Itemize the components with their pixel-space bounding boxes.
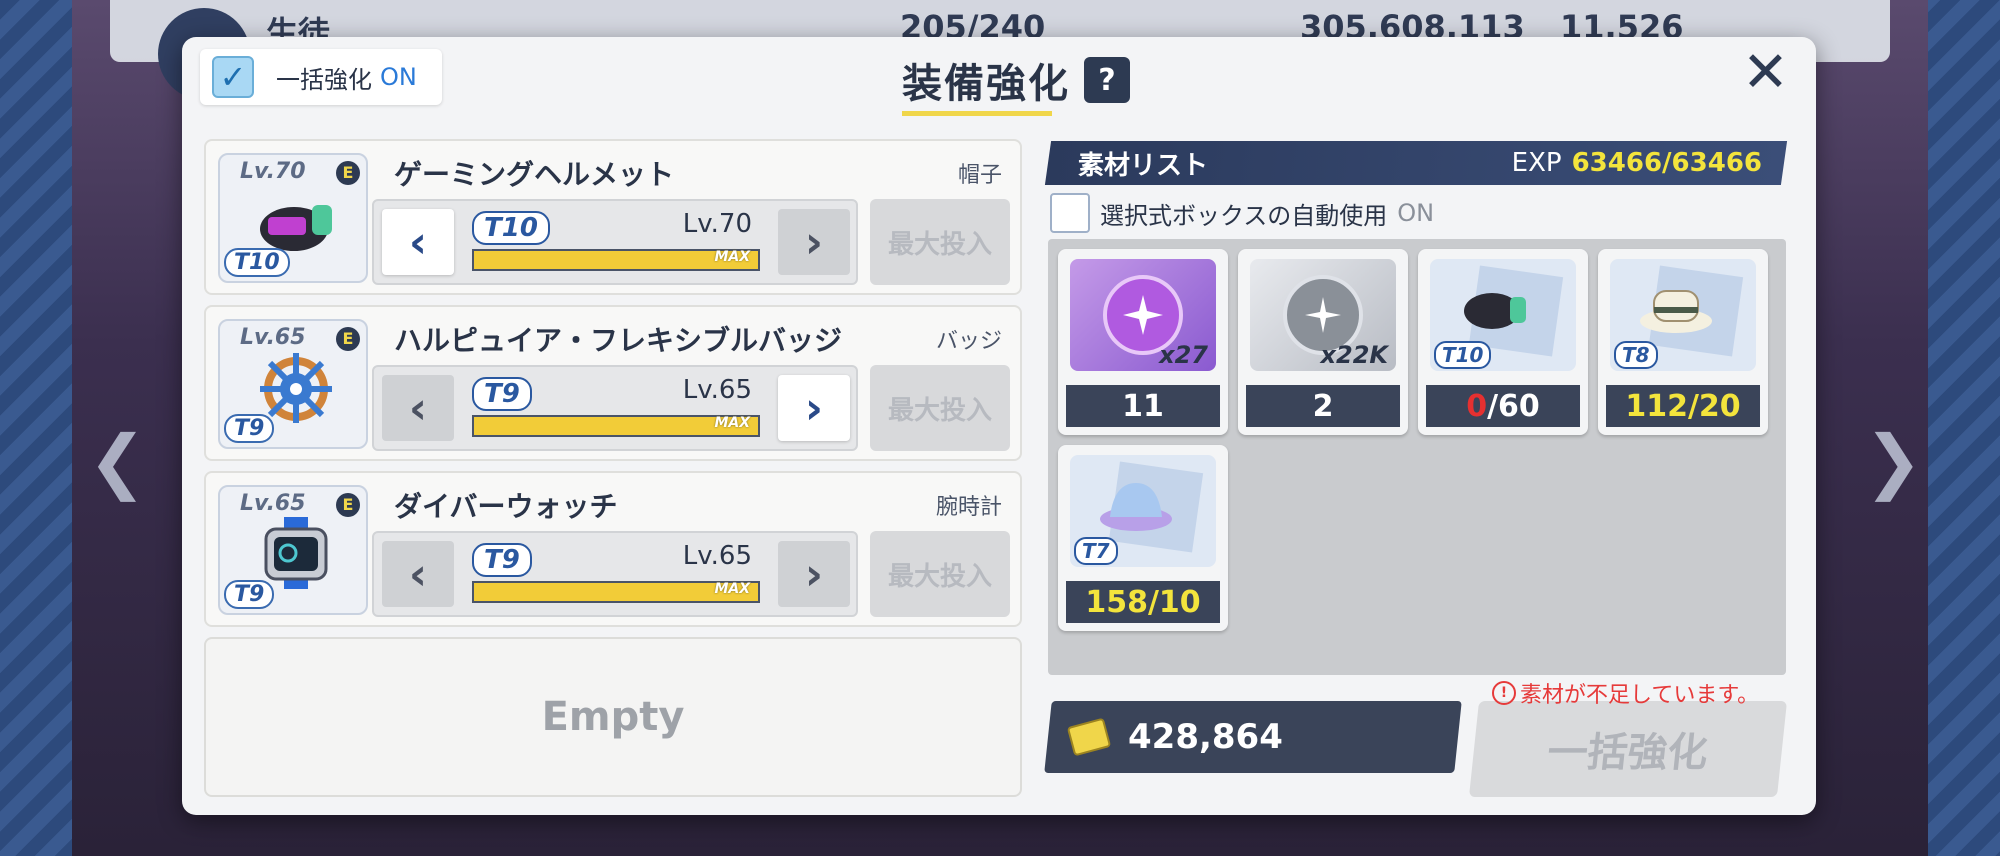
equipment-row-badge: Lv.65 E T9 ハルピュイア・フレキシブルバッジ バッジ ‹ T9 Lv.… bbox=[204, 305, 1022, 461]
level-progress-bar: MAX bbox=[472, 581, 760, 603]
target-level: Lv.65 bbox=[682, 375, 752, 405]
credit-icon bbox=[1066, 717, 1112, 757]
material-tier: T7 bbox=[1074, 537, 1118, 565]
equipment-name: ハルピュイア・フレキシブルバッジ bbox=[394, 324, 843, 357]
item-tier-badge: T9 bbox=[224, 414, 275, 443]
material-card[interactable]: x27 11 bbox=[1058, 249, 1228, 435]
increase-tier-button[interactable]: › bbox=[778, 209, 850, 275]
material-use-count: 0/60 bbox=[1426, 385, 1580, 427]
owned-count: 0 bbox=[1466, 388, 1488, 424]
equipment-row-watch: Lv.65 E T9 ダイバーウォッチ 腕時計 ‹ T9 Lv.65 MAX ›… bbox=[204, 471, 1022, 627]
exp-value: 63466/63466 bbox=[1571, 148, 1762, 178]
auto-box-state: ON bbox=[1397, 199, 1435, 227]
target-tier: T9 bbox=[472, 543, 532, 577]
auto-box-checkbox[interactable] bbox=[1050, 193, 1090, 233]
level-progress-bar: MAX bbox=[472, 249, 760, 271]
helmet-art bbox=[260, 205, 332, 251]
prev-character-icon[interactable]: ❮ bbox=[88, 420, 147, 502]
equipment-name: ダイバーウォッチ bbox=[394, 490, 618, 523]
help-icon[interactable]: ? bbox=[1084, 57, 1130, 103]
material-shortage-warning: ! 素材が不足しています。 bbox=[1492, 677, 1759, 709]
item-level-badge: Lv.65 bbox=[240, 325, 306, 350]
flexible-badge-icon: Lv.65 E T9 bbox=[218, 319, 368, 449]
max-invest-button[interactable]: 最大投入 bbox=[870, 531, 1010, 617]
material-use-count: 11 bbox=[1066, 385, 1220, 427]
cost-display: 428,864 bbox=[1060, 701, 1283, 773]
bulk-upgrade-button[interactable]: 一括強化 bbox=[1468, 701, 1788, 797]
title-underline bbox=[902, 111, 1052, 116]
bulk-upgrade-label: 一括強化 bbox=[276, 65, 372, 94]
gaming-helmet-icon: Lv.70 E T10 bbox=[218, 153, 368, 283]
level-selector: ‹ T10 Lv.70 MAX › bbox=[372, 199, 858, 285]
material-grid: x27 11 x22K 2 T10 0/60 T8 112/20 T7 158/… bbox=[1048, 239, 1786, 675]
rank-badge: E bbox=[336, 493, 360, 517]
increase-tier-button[interactable]: › bbox=[778, 375, 850, 441]
level-selector: ‹ T9 Lv.65 MAX › bbox=[372, 365, 858, 451]
material-tier: T10 bbox=[1434, 341, 1492, 369]
max-invest-button[interactable]: 最大投入 bbox=[870, 365, 1010, 451]
cost-value: 428,864 bbox=[1128, 717, 1283, 757]
increase-tier-button[interactable]: › bbox=[778, 541, 850, 607]
target-tier: T9 bbox=[472, 377, 532, 411]
material-card[interactable]: T8 112/20 bbox=[1598, 249, 1768, 435]
warning-icon: ! bbox=[1492, 681, 1516, 705]
bulk-upgrade-state: ON bbox=[380, 63, 417, 91]
material-list-header: 素材リスト EXP 63466/63466 bbox=[1048, 141, 1784, 185]
max-label: MAX bbox=[714, 581, 750, 597]
rank-badge: E bbox=[336, 327, 360, 351]
level-selector: ‹ T9 Lv.65 MAX › bbox=[372, 531, 858, 617]
equipment-row-hat: Lv.70 E T10 ゲーミングヘルメット 帽子 ‹ T10 Lv.70 MA… bbox=[204, 139, 1022, 295]
auto-box-toggle[interactable]: 選択式ボックスの自動使用 ON bbox=[1050, 193, 1434, 233]
rank-badge: E bbox=[336, 161, 360, 185]
diver-watch-icon: Lv.65 E T9 bbox=[218, 485, 368, 615]
material-use-count: 158/10 bbox=[1066, 581, 1220, 623]
target-tier: T10 bbox=[472, 211, 550, 245]
item-level-badge: Lv.70 bbox=[240, 159, 306, 184]
empty-equipment-slot: Empty bbox=[204, 637, 1022, 797]
equipment-upgrade-modal: ✓ 一括強化 ON 装備強化 ? ✕ Lv.70 E T10 ゲーミングヘルメッ… bbox=[182, 37, 1816, 815]
material-card[interactable]: T10 0/60 bbox=[1418, 249, 1588, 435]
auto-box-label: 選択式ボックスの自動使用 bbox=[1100, 201, 1388, 230]
item-tier-badge: T9 bbox=[224, 580, 275, 609]
max-label: MAX bbox=[714, 415, 750, 431]
exp-label: EXP bbox=[1511, 148, 1562, 178]
equipment-slot: 帽子 bbox=[957, 163, 1002, 188]
material-tier: T8 bbox=[1614, 341, 1658, 369]
target-level: Lv.70 bbox=[682, 209, 752, 239]
watch-art bbox=[264, 517, 328, 589]
decrease-tier-button[interactable]: ‹ bbox=[382, 541, 454, 607]
material-stock: x27 bbox=[1159, 341, 1208, 369]
level-progress-bar: MAX bbox=[472, 415, 760, 437]
bulk-upgrade-toggle[interactable]: ✓ 一括強化 ON bbox=[200, 49, 442, 105]
equipment-slot: 腕時計 bbox=[935, 495, 1002, 520]
max-label: MAX bbox=[714, 249, 750, 265]
equipment-name: ゲーミングヘルメット bbox=[394, 158, 675, 191]
target-level: Lv.65 bbox=[682, 541, 752, 571]
next-character-icon[interactable]: ❯ bbox=[1864, 420, 1923, 502]
required-count: /60 bbox=[1487, 388, 1540, 424]
modal-header: ✓ 一括強化 ON 装備強化 ? ✕ bbox=[182, 37, 1816, 117]
material-card[interactable]: x22K 2 bbox=[1238, 249, 1408, 435]
warning-text: 素材が不足しています。 bbox=[1520, 683, 1760, 708]
check-icon[interactable]: ✓ bbox=[212, 56, 254, 98]
modal-title: 装備強化 bbox=[902, 61, 1070, 107]
close-icon[interactable]: ✕ bbox=[1742, 45, 1789, 101]
badge-art bbox=[260, 353, 332, 423]
material-stock: x22K bbox=[1320, 341, 1388, 369]
item-level-badge: Lv.65 bbox=[240, 491, 306, 516]
material-use-count: 2 bbox=[1246, 385, 1400, 427]
equipment-slot: バッジ bbox=[935, 329, 1002, 354]
item-tier-badge: T10 bbox=[224, 248, 290, 277]
decrease-tier-button[interactable]: ‹ bbox=[382, 375, 454, 441]
material-list-title: 素材リスト bbox=[1078, 150, 1209, 181]
material-use-count: 112/20 bbox=[1606, 385, 1760, 427]
max-invest-button[interactable]: 最大投入 bbox=[870, 199, 1010, 285]
material-card[interactable]: T7 158/10 bbox=[1058, 445, 1228, 631]
decrease-tier-button[interactable]: ‹ bbox=[382, 209, 454, 275]
